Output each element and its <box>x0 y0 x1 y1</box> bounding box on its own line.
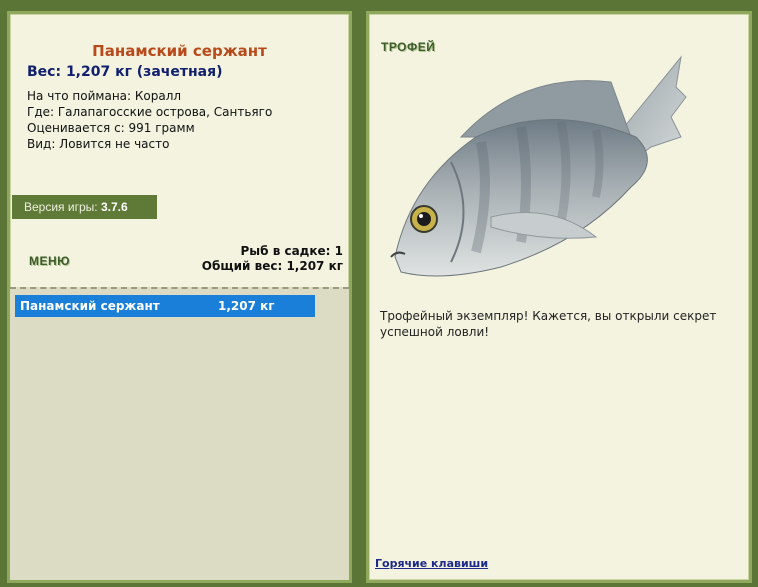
threshold-info: Оценивается с: 991 грамм <box>27 121 195 135</box>
bait-info: На что поймана: Коралл <box>27 89 182 103</box>
version-value: 3.7.6 <box>100 200 128 214</box>
net-stats: Рыб в садке: 1 Общий вес: 1,207 кг <box>202 244 343 274</box>
location-info: Где: Галапагосские острова, Сантьяго <box>27 105 273 119</box>
fish-title: Панамский сержант <box>92 42 267 60</box>
rarity-info: Вид: Ловится не часто <box>27 137 170 151</box>
keepnet-row[interactable]: Панамский сержант 1,207 кг <box>15 295 315 317</box>
net-total-weight: Общий вес: 1,207 кг <box>201 259 343 273</box>
version-label: Версия игры: <box>24 200 98 214</box>
net-count: Рыб в садке: 1 <box>240 244 344 258</box>
keepnet-list: Панамский сержант 1,207 кг <box>10 287 349 580</box>
version-bar: Версия игры: 3.7.6 <box>12 195 157 219</box>
menu-button[interactable]: МЕНЮ <box>29 254 70 268</box>
keepnet-row-name: Панамский сержант <box>20 299 160 313</box>
fish-info-panel: Панамский сержант Вес: 1,207 кг (зачетна… <box>7 11 352 583</box>
trophy-description: Трофейный экземпляр! Кажется, вы открыли… <box>380 309 717 339</box>
fish-image <box>390 55 687 277</box>
fish-weight: Вес: 1,207 кг (зачетная) <box>27 64 223 80</box>
hotkeys-link[interactable]: Горячие клавиши <box>375 557 488 570</box>
keepnet-row-weight: 1,207 кг <box>218 299 275 313</box>
trophy-panel: ТРОФЕЙ Трофейный экземпляр! Кажется, вы … <box>366 11 752 583</box>
